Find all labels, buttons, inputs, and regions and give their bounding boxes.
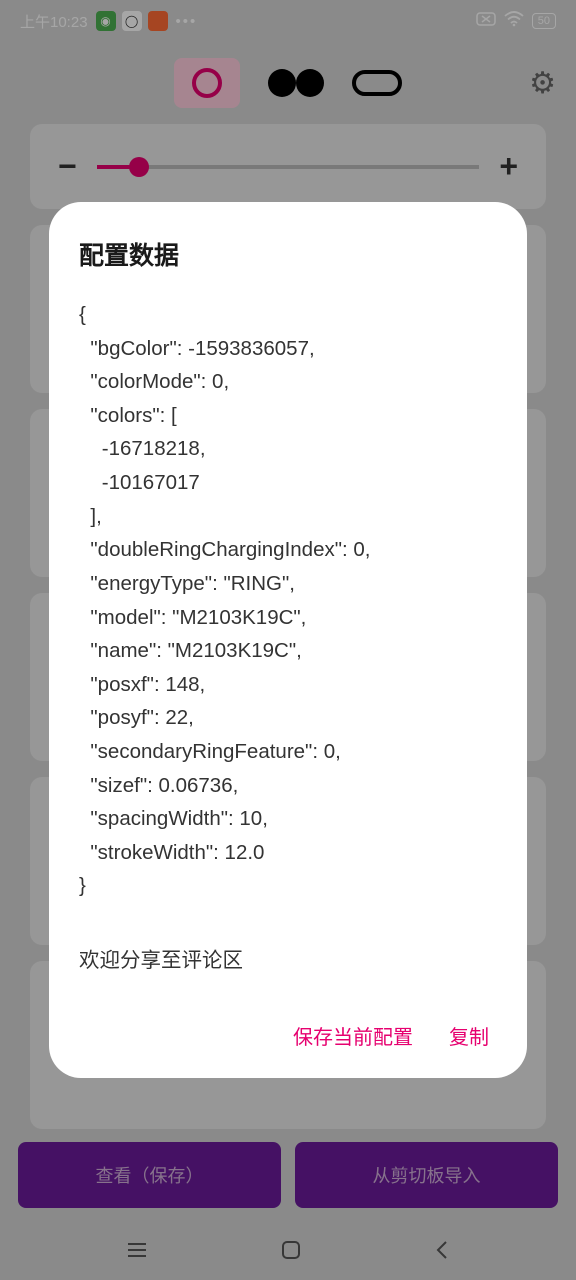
dialog-share-text: 欢迎分享至评论区 [79,943,497,973]
dialog-json-content: { "bgColor": -1593836057, "colorMode": 0… [79,298,497,903]
config-data-dialog: 配置数据 { "bgColor": -1593836057, "colorMod… [49,202,527,1078]
copy-button[interactable]: 复制 [449,1021,489,1050]
modal-overlay[interactable]: 配置数据 { "bgColor": -1593836057, "colorMod… [0,0,576,1280]
dialog-actions: 保存当前配置 复制 [79,1021,497,1050]
dialog-title: 配置数据 [79,236,497,272]
save-config-button[interactable]: 保存当前配置 [293,1021,413,1050]
